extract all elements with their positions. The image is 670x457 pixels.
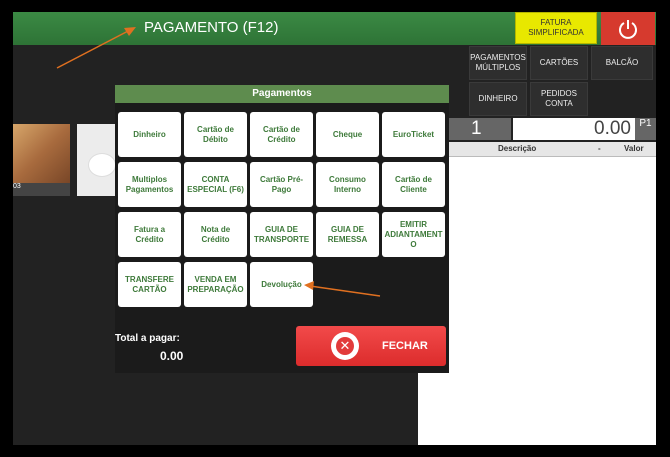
annotation-arrow-devolucao (304, 281, 381, 297)
